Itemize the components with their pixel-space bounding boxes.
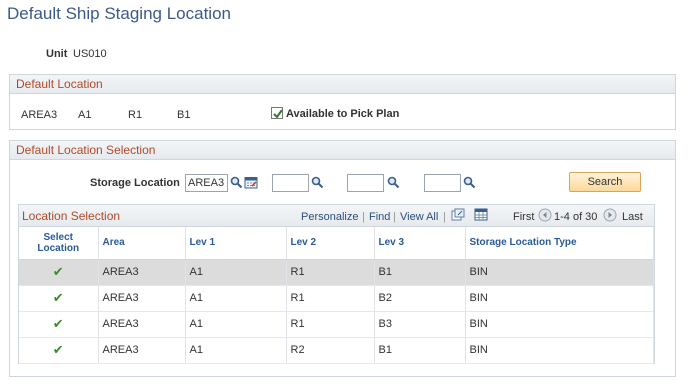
cell-storage-location-type: BIN xyxy=(465,285,654,312)
available-to-pick-plan-label: Available to Pick Plan xyxy=(286,108,400,120)
default-lev3-value: B1 xyxy=(177,109,191,121)
storage-location-lev1-input[interactable] xyxy=(272,174,309,192)
location-selection-grid: Location Selection Personalize | Find | … xyxy=(18,204,655,364)
default-location-group: Default Location xyxy=(9,74,676,130)
lookup-lev3-icon[interactable] xyxy=(463,176,476,189)
grid-title: Location Selection xyxy=(22,209,121,223)
cell-storage-location-type: BIN xyxy=(465,259,654,286)
cell-area: AREA3 xyxy=(98,337,186,364)
default-lev1-value: A1 xyxy=(78,109,92,121)
cell-storage-location-type: BIN xyxy=(465,337,654,364)
checkbox-checked-icon xyxy=(271,107,283,119)
unit-label: Unit xyxy=(46,48,68,60)
zoom-grid-icon[interactable] xyxy=(451,208,465,224)
view-all-link[interactable]: View All xyxy=(400,211,438,223)
table-row[interactable]: ✔ AREA3 A1 R1 B1 BIN xyxy=(19,259,654,286)
last-link[interactable]: Last xyxy=(622,211,643,223)
nav-separator: | xyxy=(443,211,446,223)
search-button[interactable]: Search xyxy=(569,172,641,192)
lookup-area-icon[interactable] xyxy=(230,176,243,189)
cell-storage-location-type: BIN xyxy=(465,311,654,338)
unit-value: US010 xyxy=(73,48,107,60)
table-row[interactable]: ✔ AREA3 A1 R1 B3 BIN xyxy=(19,311,654,338)
cell-lev3: B1 xyxy=(374,337,466,364)
cell-lev3: B2 xyxy=(374,285,466,312)
default-location-selection-header: Default Location Selection xyxy=(10,141,675,160)
cell-lev3: B1 xyxy=(374,259,466,286)
cell-lev2: R1 xyxy=(286,285,375,312)
storage-location-label: Storage Location xyxy=(90,177,180,189)
select-location-check-icon[interactable]: ✔ xyxy=(19,259,99,286)
cell-lev2: R1 xyxy=(286,259,375,286)
find-link[interactable]: Find xyxy=(369,211,390,223)
cell-lev2: R1 xyxy=(286,311,375,338)
cell-lev1: A1 xyxy=(185,337,287,364)
storage-location-area-input[interactable] xyxy=(185,174,228,192)
nav-separator: | xyxy=(362,211,365,223)
select-location-check-icon[interactable]: ✔ xyxy=(19,311,99,338)
row-range: 1-4 of 30 xyxy=(554,211,598,223)
table-row[interactable]: ✔ AREA3 A1 R1 B2 BIN xyxy=(19,285,654,312)
lookup-lev2-icon[interactable] xyxy=(387,176,400,189)
personalize-link[interactable]: Personalize xyxy=(301,211,358,223)
default-location-header: Default Location xyxy=(10,75,675,94)
previous-arrow-icon[interactable] xyxy=(538,208,552,225)
column-header-lev3[interactable]: Lev 3 xyxy=(374,227,466,260)
storage-location-lev3-input[interactable] xyxy=(424,174,461,192)
column-header-storage-location-type[interactable]: Storage Location Type xyxy=(465,227,654,260)
nav-separator: | xyxy=(393,211,396,223)
column-header-lev2[interactable]: Lev 2 xyxy=(286,227,375,260)
cell-lev3: B3 xyxy=(374,311,466,338)
page-title: Default Ship Staging Location xyxy=(7,4,231,23)
cell-lev1: A1 xyxy=(185,311,287,338)
cell-area: AREA3 xyxy=(98,259,186,286)
location-selection-table: Select Location Area Lev 1 Lev 2 Lev 3 S… xyxy=(19,227,654,364)
column-header-select-location: Select Location xyxy=(19,227,99,260)
table-header-row: Select Location Area Lev 1 Lev 2 Lev 3 S… xyxy=(19,227,654,260)
cell-area: AREA3 xyxy=(98,311,186,338)
available-to-pick-plan-checkbox[interactable] xyxy=(271,107,283,120)
cell-area: AREA3 xyxy=(98,285,186,312)
lookup-lev1-icon[interactable] xyxy=(311,176,324,189)
download-spreadsheet-icon[interactable] xyxy=(474,208,488,224)
default-area-value: AREA3 xyxy=(21,109,58,121)
default-lev2-value: R1 xyxy=(128,109,143,121)
select-location-check-icon[interactable]: ✔ xyxy=(19,337,99,364)
cell-lev1: A1 xyxy=(185,285,287,312)
first-link[interactable]: First xyxy=(513,211,534,223)
cell-lev2: R2 xyxy=(286,337,375,364)
cell-lev1: A1 xyxy=(185,259,287,286)
table-row[interactable]: ✔ AREA3 A1 R2 B1 BIN xyxy=(19,337,654,364)
grid-header-bar: Location Selection Personalize | Find | … xyxy=(19,205,654,227)
select-location-check-icon[interactable]: ✔ xyxy=(19,285,99,312)
column-header-lev1[interactable]: Lev 1 xyxy=(185,227,287,260)
prompt-calendar-icon[interactable] xyxy=(244,176,258,189)
next-arrow-icon[interactable] xyxy=(603,208,617,225)
storage-location-lev2-input[interactable] xyxy=(347,174,384,192)
column-header-area[interactable]: Area xyxy=(98,227,186,260)
